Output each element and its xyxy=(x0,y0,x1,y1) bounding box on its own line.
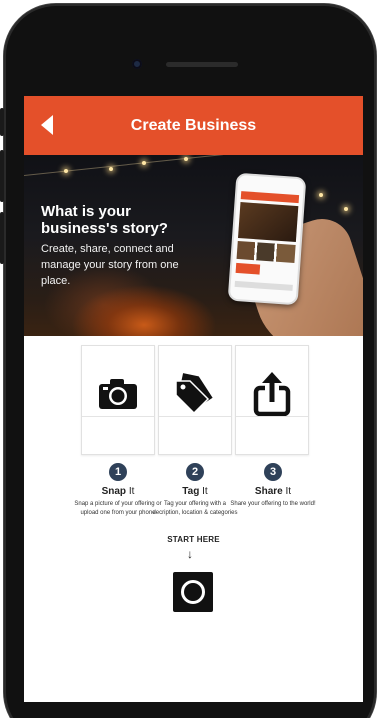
step-card-snap xyxy=(81,345,155,455)
steps-section: 1 Snap It Snap a picture of your offerin… xyxy=(24,336,363,718)
light-bulb xyxy=(184,157,188,161)
step-description: Share your offering to the world! xyxy=(230,501,316,507)
step-card-share xyxy=(235,345,309,455)
mute-switch xyxy=(0,108,4,136)
circle-icon xyxy=(181,580,205,604)
step-number-badge: 3 xyxy=(264,463,282,481)
camera-icon xyxy=(99,379,137,409)
chevron-left-icon xyxy=(41,115,53,135)
step-number-badge: 2 xyxy=(186,463,204,481)
app-header: Create Business xyxy=(24,96,363,155)
hero-subtitle: Create, share, connect and manage your s… xyxy=(41,243,179,287)
front-camera xyxy=(132,59,142,69)
hero-banner: What is your business's story? Create, s… xyxy=(24,155,363,336)
mini-thumbnails xyxy=(236,240,296,263)
mini-header xyxy=(240,191,300,204)
start-here-label: START HERE xyxy=(167,535,220,544)
arrow-down-icon: ↓ xyxy=(187,547,193,561)
phone-bottom-bezel xyxy=(24,702,363,718)
share-icon xyxy=(253,372,291,416)
app-screen: Create Business What is your business's … xyxy=(24,96,363,718)
light-bulb xyxy=(109,167,113,171)
back-button[interactable] xyxy=(36,111,60,139)
light-bulb xyxy=(142,161,146,165)
step-description: Tag your offering with a decription, loc… xyxy=(152,501,238,516)
start-button[interactable] xyxy=(173,572,213,612)
step-number-badge: 1 xyxy=(109,463,127,481)
earpiece-speaker xyxy=(166,62,238,67)
string-lights xyxy=(24,155,223,176)
light-bulb xyxy=(319,193,323,197)
volume-down-button xyxy=(0,212,4,264)
phone-preview-image xyxy=(227,172,307,306)
step-title: Tag It xyxy=(182,486,208,497)
step-title: Share It xyxy=(254,486,292,497)
page-title: Create Business xyxy=(130,116,257,134)
light-bulb xyxy=(344,207,348,211)
mini-photo xyxy=(238,202,299,243)
light-bulb xyxy=(64,169,68,173)
volume-up-button xyxy=(0,150,4,202)
hero-text: What is your business's story? Create, s… xyxy=(41,203,201,289)
tag-icon xyxy=(175,373,213,415)
step-card-tag xyxy=(158,345,232,455)
mini-nav xyxy=(234,280,293,291)
hero-title: What is your business's story? xyxy=(41,203,168,237)
mini-button xyxy=(235,262,261,275)
